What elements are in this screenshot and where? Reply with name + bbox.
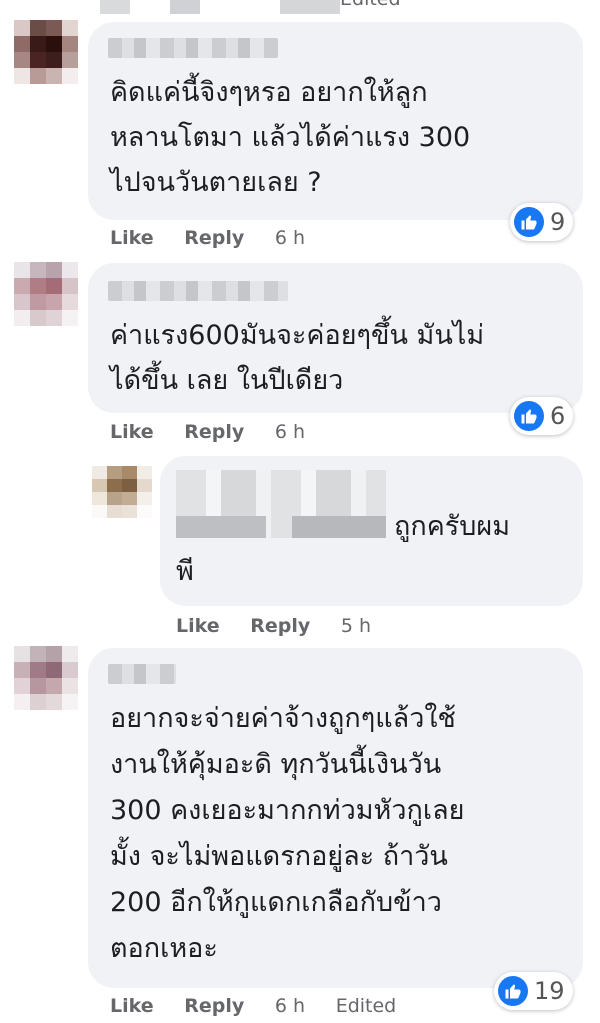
comment-text: ถูกครับผม xyxy=(394,511,511,542)
comment-text: ค่าแรง600มันจะค่อยๆขึ้น มันไม่ ได้ขึ้น เ… xyxy=(110,320,485,396)
like-button[interactable]: Like xyxy=(110,227,154,249)
comment-actions: Like Reply 6 h Edited xyxy=(110,995,420,1017)
comment-text: คิดแค่นี้จิงๆหรอ อยากให้ลูก หลานโตมา แล้… xyxy=(110,77,471,198)
reply-button[interactable]: Reply xyxy=(184,227,244,249)
timestamp[interactable]: 6 h xyxy=(275,421,305,443)
timestamp[interactable]: 6 h xyxy=(275,227,305,249)
comment-bubble: คิดแค่นี้จิงๆหรอ อยากให้ลูก หลานโตมา แล้… xyxy=(88,22,583,220)
comment-text: พี xyxy=(176,556,194,587)
reply-button[interactable]: Reply xyxy=(250,615,310,637)
like-button[interactable]: Like xyxy=(110,995,154,1017)
blurred-text xyxy=(176,516,266,538)
comment-bubble: ค่าแรง600มันจะค่อยๆขึ้น มันไม่ ได้ขึ้น เ… xyxy=(88,263,583,413)
reply-button[interactable]: Reply xyxy=(184,995,244,1017)
comment-actions: Like Reply 5 h xyxy=(176,615,395,637)
author-name[interactable] xyxy=(108,664,176,684)
reaction-number: 9 xyxy=(550,208,566,236)
author-name[interactable] xyxy=(108,281,288,301)
comment-actions: Like Reply 6 h xyxy=(110,421,329,443)
reaction-number: 6 xyxy=(550,402,566,430)
top-edited-label: Edited xyxy=(340,0,401,10)
avatar[interactable] xyxy=(14,20,78,84)
timestamp[interactable]: 6 h xyxy=(275,995,305,1017)
reaction-count[interactable]: 19 xyxy=(494,972,573,1010)
reaction-number: 19 xyxy=(534,977,565,1005)
like-button[interactable]: Like xyxy=(176,615,220,637)
reply-bubble: ถูกครับผม พี xyxy=(160,456,583,606)
reaction-count[interactable]: 6 xyxy=(510,397,574,435)
timestamp[interactable]: 5 h xyxy=(341,615,371,637)
reply-button[interactable]: Reply xyxy=(184,421,244,443)
comment-actions: Like Reply 6 h xyxy=(110,227,329,249)
avatar[interactable] xyxy=(14,646,78,710)
comment-text: อยากจะจ่ายค่าจ้างถูกๆแล้วใช้ งานให้คุ้มอ… xyxy=(110,703,465,964)
blurred-text xyxy=(292,516,386,538)
thumbs-up-icon xyxy=(514,207,544,237)
thumbs-up-icon xyxy=(514,401,544,431)
author-name[interactable] xyxy=(108,38,278,58)
edited-label[interactable]: Edited xyxy=(336,995,397,1017)
comment-bubble: อยากจะจ่ายค่าจ้างถูกๆแล้วใช้ งานให้คุ้มอ… xyxy=(88,648,583,988)
avatar[interactable] xyxy=(92,466,152,518)
like-button[interactable]: Like xyxy=(110,421,154,443)
reaction-count[interactable]: 9 xyxy=(510,203,574,241)
thumbs-up-icon xyxy=(498,976,528,1006)
top-blur xyxy=(100,0,370,14)
avatar[interactable] xyxy=(14,262,78,326)
